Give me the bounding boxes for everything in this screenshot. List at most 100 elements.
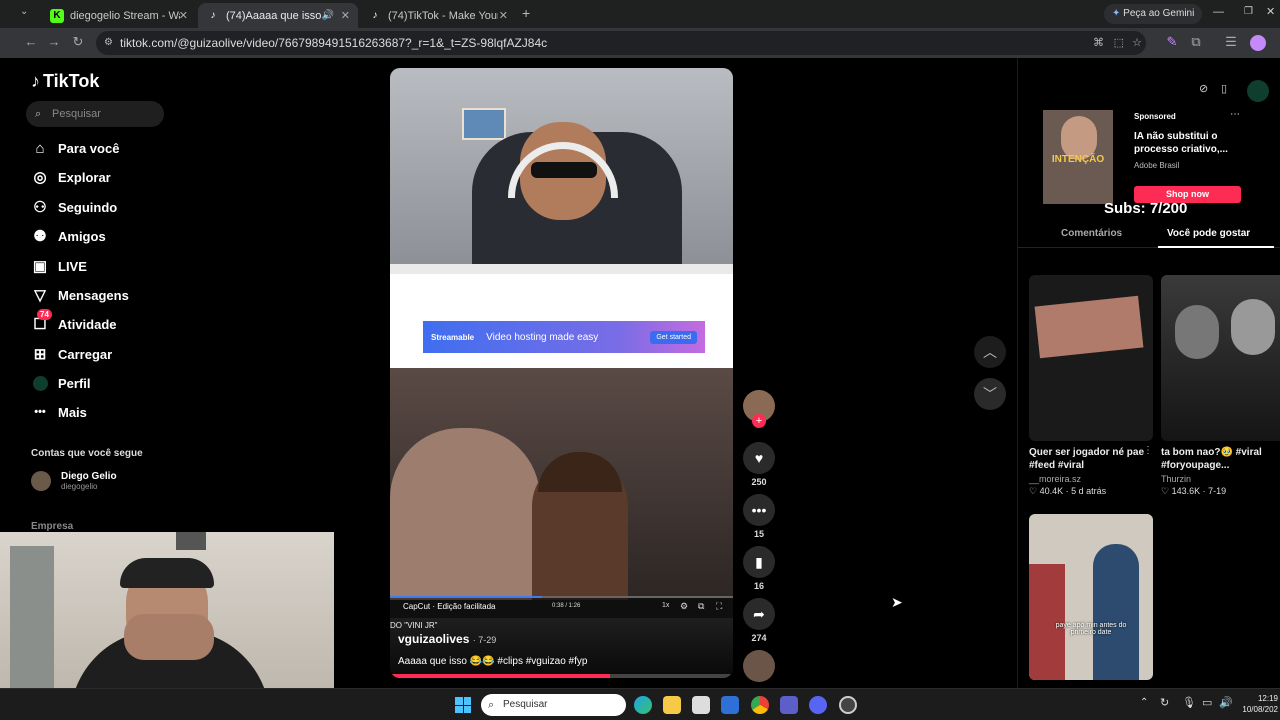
compass-small-icon[interactable]: ⊘ [1199,82,1208,95]
discord-icon[interactable] [809,696,827,714]
sponsored-label: Sponsored [1134,112,1176,121]
sidebar-item-seguindo[interactable]: ⚇ Seguindo [31,196,117,218]
recommended-video[interactable]: Quer ser jogador né pae #feed #viral __m… [1029,275,1153,497]
like-button[interactable]: ♥ 250 [743,442,775,487]
user-avatar[interactable] [1247,80,1269,102]
post-date: · 7-29 [472,635,497,645]
obs-icon[interactable] [839,696,857,714]
tab-tiktok-video[interactable]: ♪ (74)Aaaaa que isso 😂😂 # 🔊 ✕ [198,3,358,28]
creator-avatar-button[interactable]: + [743,390,775,428]
tiktok-logo[interactable]: ♪ TikTok [31,71,99,92]
tray-chevron-icon[interactable]: ⌃ [1140,697,1148,708]
mic-icon[interactable]: 🎙 [1182,696,1196,709]
windows-start-icon[interactable] [455,697,471,713]
footer-empresa[interactable]: Empresa [31,521,73,532]
sidebar-item-atividade[interactable]: ☐ 74 Atividade [31,309,117,335]
volume-icon[interactable]: 🔊 [1219,696,1233,709]
audio-icon[interactable]: 🔊 [322,10,334,21]
site-info-icon[interactable]: ⚙ [104,31,113,55]
comment-button[interactable]: ••• 15 [743,494,775,539]
sidebar-item-label: Explorar [58,169,111,185]
phone-icon[interactable]: ▯ [1221,82,1227,95]
install-icon[interactable]: ⬚ [1114,31,1124,55]
sidebar-item-amigos[interactable]: ⚉ Amigos [31,225,105,247]
close-tab-icon[interactable]: ✕ [499,9,508,22]
search-input[interactable]: ⌕ Pesquisar [26,101,164,127]
sidebar-item-live[interactable]: ▣ LIVE [31,255,87,277]
url-text: tiktok.com/@guizaolive/video/76679894915… [120,36,548,50]
window-close-icon[interactable]: ✕ [1266,5,1275,18]
close-tab-icon[interactable]: ✕ [179,9,188,22]
ad-title[interactable]: IA não substitui o processo criativo,... [1134,130,1240,156]
tab-search-icon[interactable]: ⌄ [20,6,28,17]
sidebar-item-carregar[interactable]: ⊞ Carregar [31,343,113,365]
reload-icon[interactable]: ↻ [69,34,87,50]
close-tab-icon[interactable]: ✕ [341,9,350,22]
sidebar-item-explorar[interactable]: ◎ Explorar [31,166,111,188]
next-video-button[interactable]: ﹀ [974,378,1006,410]
extension-pen-icon[interactable]: ✎ [1163,34,1181,50]
clock[interactable]: 12:19 10/08/202 [1238,693,1278,715]
back-icon[interactable]: ← [22,34,40,49]
video-player[interactable]: Streamable Video hosting made easy Get s… [390,68,733,678]
embedded-screen: Streamable Video hosting made easy Get s… [390,264,733,368]
tab-tiktok-home[interactable]: ♪ (74)TikTok - Make Your Day ✕ [360,3,516,28]
ad-more-icon[interactable]: ⋯ [1230,109,1240,120]
new-tab-icon[interactable]: + [522,5,530,21]
heart-icon: ♥ [743,442,775,474]
recommended-video[interactable]: ta bom nao?🥹 #viral #foryoupage... Thurz… [1161,275,1280,497]
video-author[interactable]: vguizaolives · 7-29 [398,632,496,646]
ad-thumbnail[interactable]: INTENÇÃO [1043,110,1113,204]
sidebar-item-mais[interactable]: ••• Mais [31,401,87,423]
sidebar-item-label: Seguindo [58,199,118,215]
tab-kick[interactable]: K diegogelio Stream - Watch Live ✕ [42,3,196,28]
translate-icon[interactable]: ⌘ [1093,31,1104,55]
account-handle: diegogelio [61,482,98,491]
embedded-progress-fill [390,596,542,598]
recommended-video[interactable]: paye apó min antes do primeiro date [1029,514,1153,680]
music-disc-button[interactable] [743,650,775,682]
maximize-icon[interactable]: ❐ [1244,6,1253,17]
file-explorer-icon[interactable] [663,696,681,714]
tab-search-list-icon[interactable]: ☰ [1222,34,1240,50]
rec-more-icon[interactable]: ⋮ [1143,445,1153,456]
tab-comentarios[interactable]: Comentários [1061,228,1122,239]
rec-date: 5 d atrás [1071,486,1107,496]
previous-video-button[interactable]: ︿ [974,336,1006,368]
sidebar-item-mensagens[interactable]: ▽ Mensagens [31,284,129,306]
forward-icon[interactable]: → [45,34,63,49]
player-speed: 1x [662,602,670,609]
save-button[interactable]: ▮ 16 [743,546,775,591]
address-bar[interactable]: ⚙ tiktok.com/@guizaolive/video/766798949… [96,31,1146,55]
video-thumbnail [1029,275,1153,441]
chrome-icon[interactable] [751,696,769,714]
pip-icon: ⧉ [698,601,705,611]
streamable-banner: Streamable Video hosting made easy Get s… [423,321,705,353]
rec-stats: ♡ 40.4K · 5 d atrás [1029,486,1107,496]
ad-thumb-text: INTENÇÃO [1051,154,1105,165]
sidebar-item-para-voce[interactable]: ⌂ Para você [31,137,119,159]
edge-icon[interactable] [634,696,652,714]
video-progress-track[interactable] [390,674,733,678]
taskbar-search[interactable]: ⌕ Pesquisar [481,694,626,716]
followed-account[interactable]: Diego Gelio diegogelio [31,471,117,491]
minimize-icon[interactable]: — [1213,6,1224,18]
sync-icon[interactable]: ↻ [1160,696,1169,709]
network-icon[interactable]: ▭ [1202,696,1212,709]
outlook-icon[interactable] [721,696,739,714]
extensions-icon[interactable]: ⧉ [1187,34,1205,50]
store-icon[interactable] [692,696,710,714]
teams-icon[interactable] [780,696,798,714]
sidebar-item-label: Para você [58,140,120,156]
bookmark-icon: ▮ [743,546,775,578]
follow-plus-icon[interactable]: + [752,414,766,428]
gemini-button[interactable]: ✦ Peça ao Gemini [1104,4,1203,24]
bookmark-star-icon[interactable]: ☆ [1132,31,1142,55]
sidebar-item-perfil[interactable]: Perfil [31,372,91,394]
home-icon: ⌂ [35,139,45,157]
share-button[interactable]: ➦ 274 [743,598,775,643]
chevron-up-icon: ︿ [983,344,997,360]
profile-avatar[interactable] [1250,35,1266,51]
share-icon: ➦ [743,598,775,630]
tab-voce-pode-gostar[interactable]: Você pode gostar [1167,228,1250,239]
